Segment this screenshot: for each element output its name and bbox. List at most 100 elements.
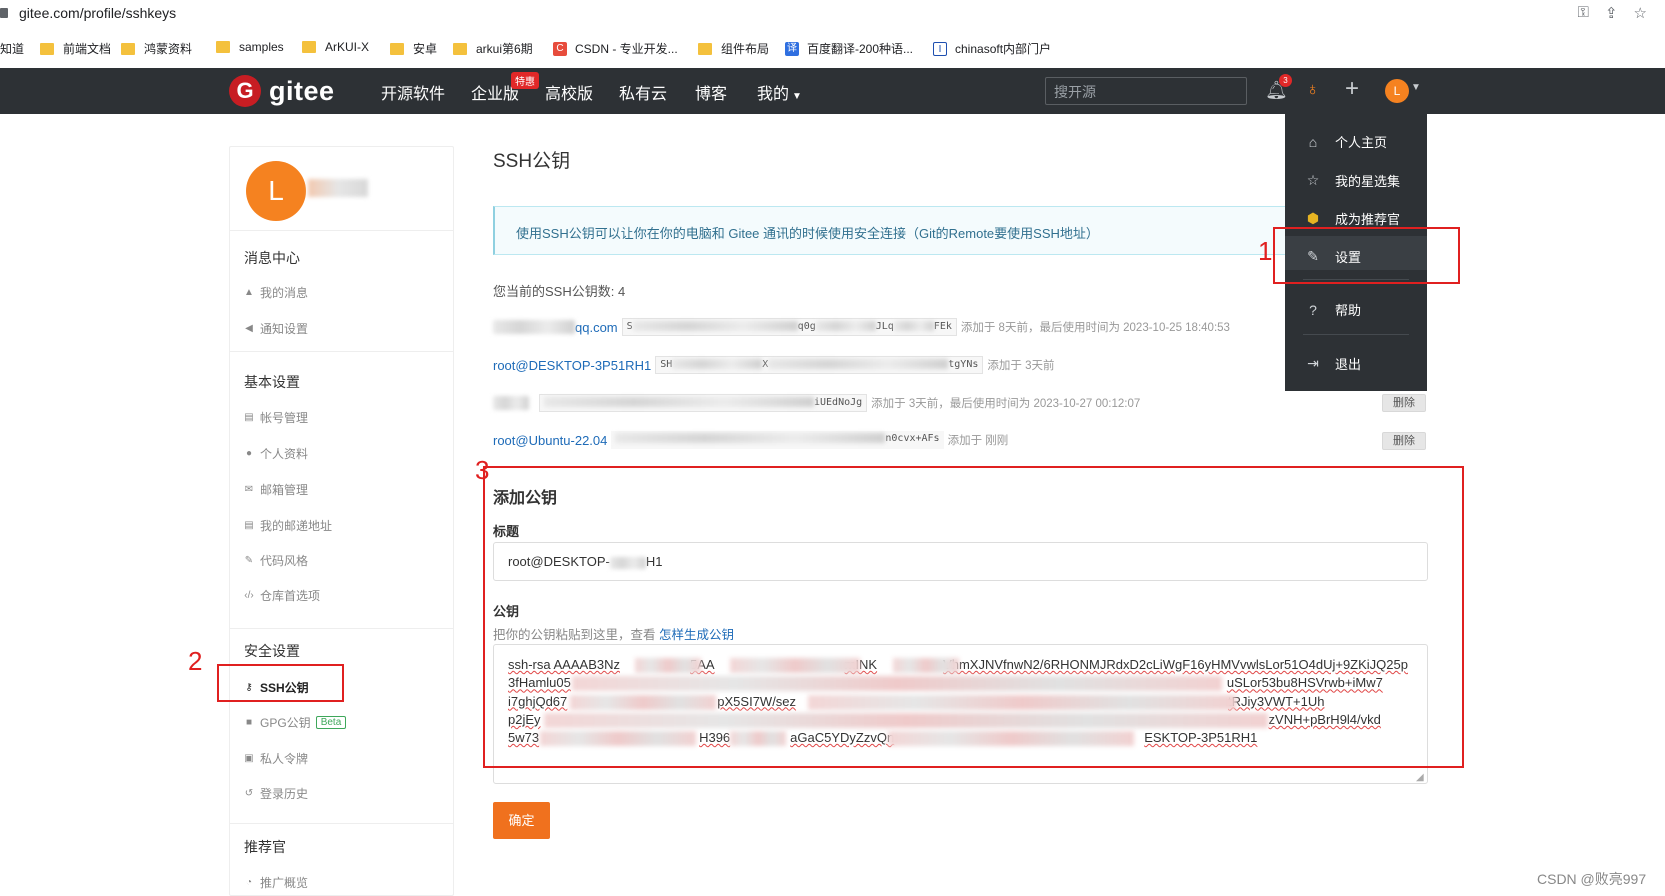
watermark: CSDN @败亮997	[1537, 871, 1647, 887]
sidebar-item-messages[interactable]: ▲ 我的消息	[244, 284, 308, 301]
sidebar-item-private-tokens[interactable]: ▣ 私人令牌	[244, 750, 308, 767]
key-time: 添加于 3天前	[987, 360, 1055, 372]
bookmark[interactable]: 译百度翻译-200种语...	[785, 40, 913, 57]
profile-avatar[interactable]: L	[246, 161, 306, 221]
annotation-number: 2	[188, 646, 203, 676]
divider	[230, 351, 453, 352]
url-text[interactable]: gitee.com/profile/sshkeys	[19, 5, 176, 21]
bookmark[interactable]: ArKUI-X	[302, 40, 369, 54]
bookmark[interactable]: arkui第6期	[453, 40, 533, 57]
folder-icon	[698, 42, 712, 55]
nav-mine[interactable]: 我的 ▼	[757, 80, 802, 104]
nav-private-cloud[interactable]: 私有云	[619, 80, 667, 104]
key-fingerprint: iUEdNoJg	[539, 394, 868, 412]
bookmark[interactable]: C CSDN - 专业开发...	[553, 40, 678, 57]
medal-icon: ⬢	[1306, 210, 1320, 226]
menu-item-homepage[interactable]: ⌂ 个人主页	[1305, 132, 1387, 151]
question-icon: ?	[1309, 301, 1317, 318]
sidebar-item-notify-settings[interactable]: ◀ 通知设置	[244, 320, 308, 337]
gitee-logo[interactable]: G gitee	[229, 75, 335, 107]
bookmark[interactable]: 安卓	[390, 40, 437, 57]
plus-icon[interactable]: +	[1345, 75, 1359, 103]
sidebar-item-account[interactable]: ▤ 帐号管理	[244, 409, 308, 426]
nav-blog[interactable]: 博客	[695, 80, 727, 104]
sidebar-item-repo-prefs[interactable]: ‹/› 仓库首选项	[244, 587, 320, 604]
delete-key-button[interactable]: 删除	[1382, 432, 1426, 450]
key-time: 添加于 刚刚	[947, 435, 1009, 447]
bookmark[interactable]: 鸿蒙资料	[121, 40, 192, 57]
home-icon: ⌂	[1308, 133, 1318, 150]
ssh-key-row: qq.com Sq0g JLq FEk 添加于 8天前，最后使用时间为 2023-1…	[493, 316, 1230, 338]
folder-icon	[453, 42, 467, 55]
resize-handle-icon[interactable]: ◢	[1416, 772, 1424, 783]
bookmark[interactable]: samples	[216, 40, 284, 54]
folder-icon	[121, 42, 135, 55]
brush-icon: ✎	[244, 555, 254, 566]
bookmark[interactable]: 前端文档	[40, 40, 111, 57]
sidebar-item-profile[interactable]: ● 个人资料	[244, 445, 308, 462]
menu-item-help[interactable]: ? 帮助	[1305, 300, 1361, 319]
divider	[230, 823, 453, 824]
key-fingerprint: SH XtgYNs	[655, 356, 984, 374]
lightbulb-icon[interactable]: ♁	[1306, 79, 1320, 100]
key-icon[interactable]: ⚿	[1578, 4, 1589, 22]
divider	[230, 628, 453, 629]
menu-item-logout[interactable]: ⇥ 退出	[1305, 354, 1361, 373]
nav-university[interactable]: 高校版	[545, 80, 593, 104]
page-title: SSH公钥	[493, 151, 571, 172]
ssh-key-row: root@DESKTOP-3P51RH1 SH XtgYNs 添加于 3天前	[493, 354, 1054, 376]
section-title: 消息中心	[244, 250, 300, 266]
browser-address-bar[interactable]: gitee.com/profile/sshkeys ⚿ ⇪ ☆	[0, 0, 1665, 28]
lock-icon	[0, 8, 8, 18]
sidebar-item-email[interactable]: ✉ 邮箱管理	[244, 481, 308, 498]
key-title[interactable]: root@DESKTOP-3P51RH1	[493, 358, 651, 373]
bookmark[interactable]: 知道	[0, 40, 24, 57]
share-icon[interactable]: ⇪	[1605, 4, 1618, 22]
token-icon: ▣	[244, 753, 254, 764]
top-navbar: G gitee 开源软件 企业版 特惠 高校版 私有云 博客 我的 ▼ 搜开源 🔔…	[0, 68, 1665, 114]
bookmarks-bar: 知道 前端文档 鸿蒙资料 samples ArKUI-X 安卓 arkui第6期…	[0, 36, 1665, 60]
star-icon[interactable]: ☆	[1634, 4, 1647, 22]
key-fingerprint: n0cvx+AFs	[611, 431, 944, 449]
nav-open-source[interactable]: 开源软件	[381, 80, 445, 104]
settings-sidebar: L 消息中心 ▲ 我的消息 ◀ 通知设置 基本设置 ▤ 帐号管理 ● 个人资料 ✉ 邮箱管…	[229, 146, 454, 896]
key-time: 添加于 3天前，最后使用时间为 2023-10-27 00:12:07	[871, 398, 1141, 410]
folder-icon	[216, 41, 230, 53]
menu-item-starred[interactable]: ☆ 我的星选集	[1305, 171, 1400, 190]
annotation-box-settings	[1273, 227, 1460, 284]
code-icon: ‹/›	[244, 590, 254, 601]
key-count: 您当前的SSH公钥数: 4	[493, 284, 626, 299]
folder-icon	[390, 42, 404, 55]
sidebar-item-address[interactable]: ▤ 我的邮递地址	[244, 517, 332, 534]
menu-item-recommender[interactable]: ⬢ 成为推荐官	[1305, 209, 1400, 228]
confirm-button[interactable]: 确定	[493, 802, 550, 839]
caret-down-icon: ▼	[792, 91, 802, 102]
sidebar-item-gpg-keys[interactable]: ■ GPG公钥 Beta	[244, 714, 347, 731]
translate-icon: 译	[785, 41, 799, 56]
sidebar-item-promo-overview[interactable]: ◔ 推广概览	[244, 874, 308, 891]
info-tip: 使用SSH公钥可以让你在你的电脑和 Gitee 通讯的时候使用安全连接（Git的…	[493, 206, 1293, 255]
address-card-icon: ▤	[244, 520, 254, 531]
delete-key-button[interactable]: 删除	[1382, 394, 1426, 412]
caret-down-icon[interactable]: ▼	[1411, 82, 1421, 93]
avatar[interactable]: L	[1385, 79, 1409, 103]
section-title: 推荐官	[244, 839, 286, 855]
gitee-logo-icon: G	[229, 75, 261, 107]
search-input[interactable]: 搜开源	[1045, 77, 1247, 105]
lock-icon: ■	[245, 717, 253, 728]
sidebar-item-code-style[interactable]: ✎ 代码风格	[244, 552, 308, 569]
bookmark[interactable]: 组件布局	[698, 40, 769, 57]
chart-icon: ◔	[245, 877, 253, 888]
brand-text: gitee	[269, 75, 335, 106]
profile-header: L	[230, 147, 453, 231]
sidebar-item-login-history[interactable]: ↺ 登录历史	[244, 785, 308, 802]
bookmark[interactable]: Ichinasoft内部门户	[933, 40, 1051, 57]
key-title[interactable]: qq.com	[575, 320, 618, 335]
annotation-number: 3	[475, 455, 490, 485]
history-icon: ↺	[244, 788, 254, 799]
key-title[interactable]: root@Ubuntu-22.04	[493, 433, 607, 448]
mail-icon: ✉	[244, 484, 254, 495]
key-time: 添加于 8天前，最后使用时间为 2023-10-25 18:40:53	[960, 322, 1230, 334]
blurred-text	[493, 320, 575, 334]
annotation-box-ssh	[217, 664, 344, 702]
